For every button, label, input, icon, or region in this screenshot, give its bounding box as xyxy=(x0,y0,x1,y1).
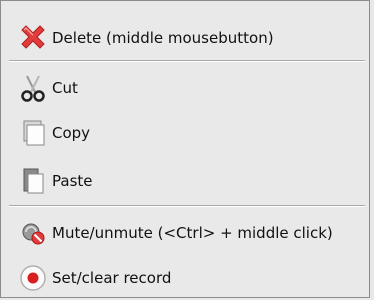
menu-item-record[interactable]: Set/clear record xyxy=(2,261,368,295)
menu-separator xyxy=(9,60,365,62)
menu-item-copy[interactable]: Copy xyxy=(2,116,368,150)
copy-page-icon xyxy=(16,116,50,150)
menu-item-paste[interactable]: Paste xyxy=(2,164,368,198)
delete-x-icon xyxy=(16,21,50,55)
menu-item-label: Delete (middle mousebutton) xyxy=(52,29,274,47)
menu-item-label: Mute/unmute (<Ctrl> + middle click) xyxy=(52,224,333,242)
menu-item-label: Paste xyxy=(52,172,93,190)
menu-item-cut[interactable]: Cut xyxy=(2,71,368,105)
menu-item-label: Set/clear record xyxy=(52,269,172,287)
record-icon xyxy=(16,261,50,295)
menu-separator xyxy=(9,205,365,207)
context-menu: Delete (middle mousebutton) Cut Copy Pas… xyxy=(0,0,370,298)
menu-item-label: Copy xyxy=(52,124,91,142)
menu-item-mute[interactable]: Mute/unmute (<Ctrl> + middle click) xyxy=(2,216,368,250)
menu-item-delete[interactable]: Delete (middle mousebutton) xyxy=(2,21,368,55)
mute-icon xyxy=(16,216,50,250)
paste-page-icon xyxy=(16,164,50,198)
scissors-icon xyxy=(16,71,50,105)
menu-item-label: Cut xyxy=(52,79,78,97)
